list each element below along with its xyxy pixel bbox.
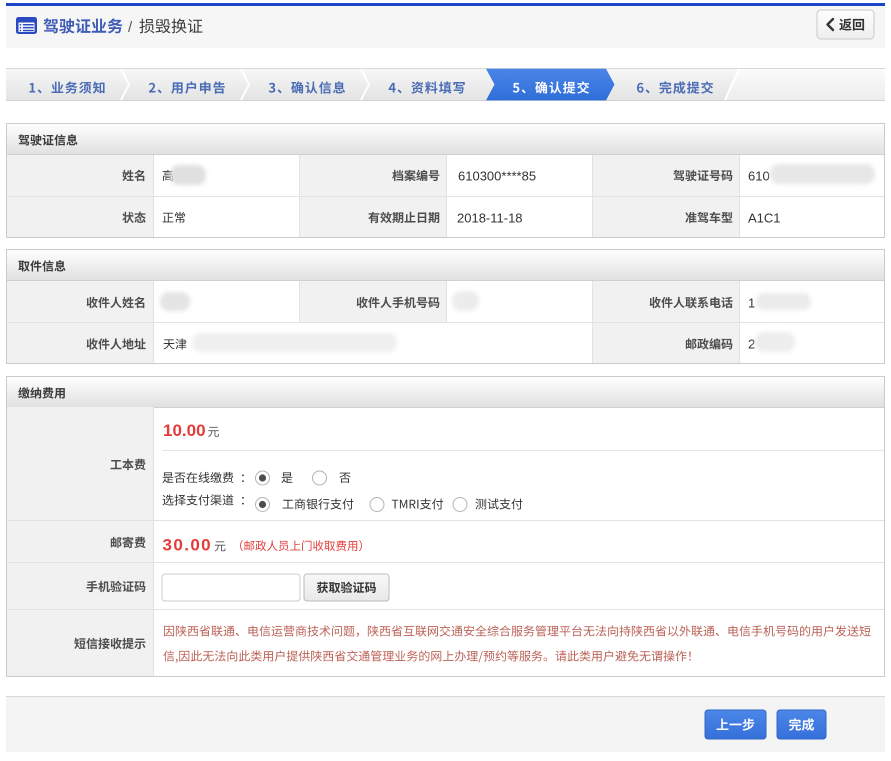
- svg-text:2: 2: [748, 337, 755, 352]
- svg-text:10.00: 10.00: [163, 421, 206, 440]
- svg-text:610: 610: [748, 169, 770, 184]
- svg-text:A1C1: A1C1: [748, 211, 781, 226]
- svg-text:610300****85: 610300****85: [458, 169, 536, 184]
- svg-text:2018-11-18: 2018-11-18: [457, 211, 523, 226]
- svg-text:1: 1: [748, 296, 755, 311]
- svg-text:30.00: 30.00: [163, 536, 213, 555]
